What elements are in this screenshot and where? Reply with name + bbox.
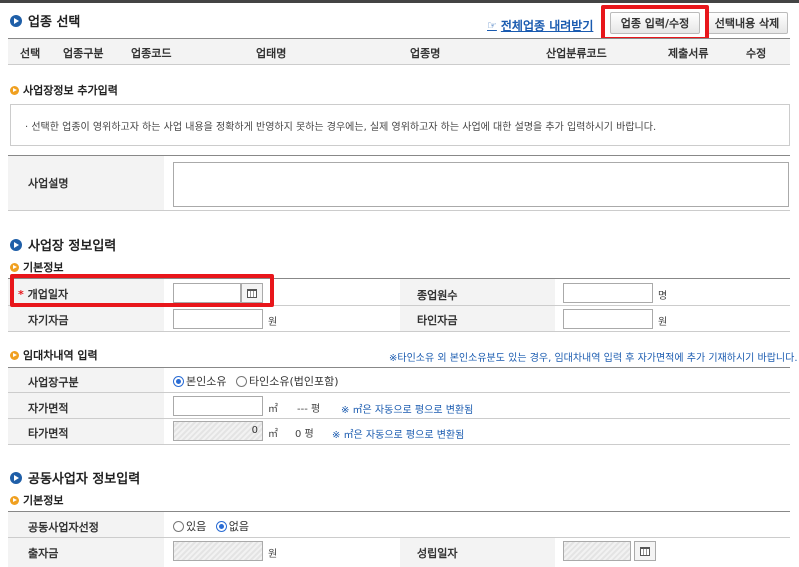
sub-bullet-icon	[10, 350, 19, 360]
lease-table-bottom	[8, 444, 790, 445]
business-description-textarea[interactable]	[173, 162, 789, 207]
radio-other[interactable]	[235, 375, 247, 387]
calendar-icon	[640, 546, 650, 556]
desc-label-cell: 사업설명	[8, 156, 164, 210]
notice-text: · 선택한 업종이 영위하고자 하는 사업 내용을 정확하게 반영하지 못하는 …	[25, 122, 657, 133]
open-date-label-wrap: * 개업일자	[18, 286, 68, 302]
desc-label: 사업설명	[28, 177, 69, 190]
other-area-value: 0	[251, 425, 258, 436]
col-business-division: 업종구분	[63, 47, 104, 60]
own-capital-label: 자기자금	[28, 314, 69, 327]
table-header-bottom	[8, 64, 790, 65]
joint-select-label: 공동사업자선정	[28, 521, 99, 534]
joint-title-text: 공동사업자 정보입력	[28, 472, 141, 487]
workplace-type-label: 사업장구분	[28, 376, 79, 389]
hand-pointer-icon: ☞	[487, 19, 497, 32]
own-area-input[interactable]	[173, 396, 263, 416]
section-business-type-title: 업종 선택	[10, 11, 80, 30]
sub-bullet-icon	[10, 85, 19, 95]
open-date-input[interactable]	[173, 283, 241, 303]
own-area-unit: ㎡	[268, 404, 278, 415]
notice-box: · 선택한 업종이 영위하고자 하는 사업 내용을 정확하게 반영하지 못하는 …	[10, 104, 790, 146]
radio-joint-no[interactable]	[215, 520, 227, 532]
notice-content: 선택한 업종이 영위하고자 하는 사업 내용을 정확하게 반영하지 못하는 경우…	[31, 122, 657, 133]
extra-info-title: 사업장정보 추가입력	[10, 82, 118, 98]
radio-own-label: 본인소유	[186, 375, 227, 388]
required-mark: *	[18, 288, 24, 301]
business-type-edit-button[interactable]: 업종 입력/수정	[610, 12, 700, 34]
col-select: 선택	[20, 47, 41, 60]
top-border	[0, 0, 799, 3]
radio-joint-yes-label: 있음	[186, 520, 207, 533]
desc-bottom-border	[8, 210, 790, 211]
other-area-label: 타가면적	[28, 427, 69, 440]
col-documents: 제출서류	[668, 47, 709, 60]
download-all-link[interactable]: ☞ 전체업종 내려받기	[487, 17, 593, 34]
est-date-calendar-button[interactable]	[634, 541, 656, 561]
employees-unit: 명	[658, 291, 668, 302]
own-area-label: 자가면적	[28, 402, 69, 415]
joint-divider	[8, 537, 790, 538]
own-capital-input[interactable]	[173, 309, 263, 329]
employees-input[interactable]	[563, 283, 653, 303]
sub-bullet-icon	[10, 495, 19, 505]
radio-joint-no-label: 없음	[228, 520, 249, 533]
other-capital-label: 타인자금	[417, 314, 458, 327]
col-industry-code: 산업분류코드	[546, 47, 607, 60]
other-area-pyeong: 0 평	[295, 429, 314, 440]
calendar-icon	[247, 288, 257, 298]
other-area-note: ※ ㎡은 자동으로 평으로 변환됨	[332, 430, 465, 441]
radio-other-label: 타인소유(법인포함)	[248, 375, 339, 388]
sub-bullet-icon	[10, 262, 19, 272]
col-business-type-name: 업종명	[410, 47, 441, 60]
joint-basic-title: 기본정보	[10, 492, 63, 508]
delete-selection-button[interactable]: 선택내용 삭제	[706, 12, 788, 34]
radio-joint-yes[interactable]	[173, 520, 184, 532]
workplace-type-radio-group: 본인소유 타인소유(법인포함)	[173, 373, 345, 389]
lease-title: 임대차내역 입력	[10, 347, 98, 363]
lease-title-text: 임대차내역 입력	[23, 349, 98, 362]
download-link-label: 전체업종 내려받기	[500, 19, 594, 33]
other-area-unit: ㎡	[268, 429, 278, 440]
extra-info-title-text: 사업장정보 추가입력	[23, 84, 118, 97]
col-business-status-name: 업태명	[256, 47, 287, 60]
workplace-row-divider	[8, 305, 790, 306]
own-capital-unit: 원	[268, 317, 278, 328]
section-bullet-icon	[10, 238, 22, 251]
edit-button-label: 업종 입력/수정	[620, 17, 690, 30]
section-bullet-icon	[10, 471, 22, 484]
joint-section-title: 공동사업자 정보입력	[10, 468, 140, 487]
section-bullet-icon	[10, 14, 22, 27]
open-date-label: 개업일자	[27, 288, 69, 301]
capital-unit: 원	[268, 549, 278, 560]
lease-divider-2	[8, 418, 790, 419]
workplace-basic-text: 기본정보	[23, 261, 64, 274]
other-area-input: 0	[173, 421, 263, 441]
workplace-section-title: 사업장 정보입력	[10, 235, 116, 254]
open-date-calendar-button[interactable]	[241, 283, 263, 303]
capital-label: 출자금	[28, 547, 59, 560]
other-capital-unit: 원	[658, 317, 668, 328]
workplace-table-bottom	[8, 331, 790, 332]
lease-divider-1	[8, 392, 790, 393]
other-capital-input[interactable]	[563, 309, 653, 329]
col-business-code: 업종코드	[131, 47, 172, 60]
radio-own[interactable]	[173, 375, 184, 387]
lease-notice: ※타인소유 외 본인소유분도 있는 경우, 임대차내역 입력 후 자가면적에 추…	[389, 353, 798, 364]
section-title-text: 업종 선택	[28, 15, 81, 30]
est-date-input	[563, 541, 631, 561]
own-area-note: ※ ㎡은 자동으로 평으로 변환됨	[341, 405, 474, 416]
joint-radio-group: 있음 없음	[173, 518, 255, 534]
col-edit: 수정	[746, 47, 767, 60]
own-area-pyeong: --- 평	[297, 404, 321, 415]
capital-input	[173, 541, 263, 561]
workplace-title-text: 사업장 정보입력	[28, 239, 117, 254]
joint-basic-text: 기본정보	[23, 494, 64, 507]
est-date-label: 성립일자	[417, 547, 458, 560]
workplace-basic-title: 기본정보	[10, 259, 63, 275]
employees-label: 종업원수	[417, 289, 458, 302]
delete-button-label: 선택내용 삭제	[714, 17, 780, 30]
